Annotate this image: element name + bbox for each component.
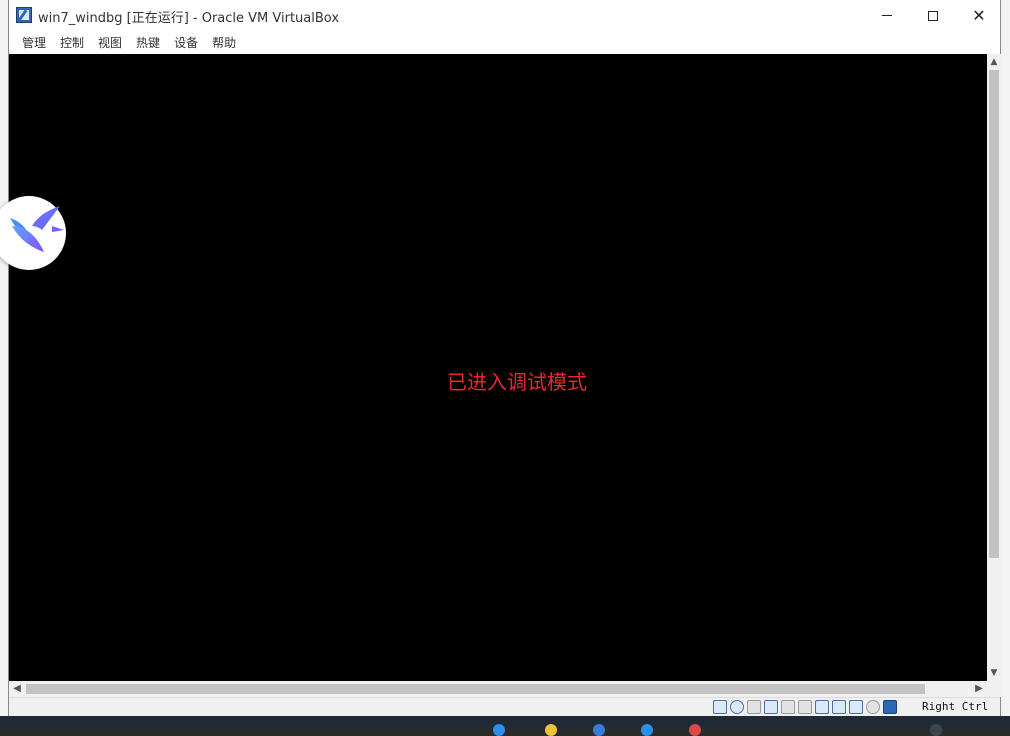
shared-folders-icon[interactable] <box>798 700 812 714</box>
horizontal-scrollbar[interactable]: ◀ ▶ <box>9 681 987 697</box>
debug-mode-message: 已进入调试模式 <box>447 370 587 394</box>
network-icon[interactable] <box>764 700 778 714</box>
minimize-button[interactable] <box>864 0 910 31</box>
hummingbird-app-icon[interactable] <box>0 196 66 270</box>
vertical-scrollbar[interactable]: ▲ ▼ <box>987 54 1001 681</box>
keyboard-icon[interactable] <box>883 700 897 714</box>
minimize-icon <box>882 15 892 16</box>
virtualbox-vm-window: win7_windbg [正在运行] - Oracle VM VirtualBo… <box>8 0 1001 716</box>
scroll-corner <box>987 681 1001 697</box>
taskbar-app-icon[interactable] <box>545 724 557 736</box>
taskbar-app-icon[interactable] <box>689 724 701 736</box>
virtualization-icon[interactable] <box>849 700 863 714</box>
taskbar-app-icon[interactable] <box>930 724 942 736</box>
window-title: win7_windbg [正在运行] - Oracle VM VirtualBo… <box>38 11 340 26</box>
taskbar <box>0 716 1010 736</box>
menu-view[interactable]: 视图 <box>91 32 129 53</box>
vertical-scroll-thumb[interactable] <box>989 70 999 558</box>
menu-help[interactable]: 帮助 <box>205 32 243 53</box>
mouse-integration-icon[interactable] <box>866 700 880 714</box>
audio-icon[interactable] <box>747 700 761 714</box>
close-button[interactable]: ✕ <box>956 0 1002 31</box>
hummingbird-icon <box>10 206 64 252</box>
status-bar: Right Ctrl <box>9 697 1000 716</box>
optical-drive-icon[interactable] <box>730 700 744 714</box>
desktop-right-edge <box>1001 0 1010 716</box>
vm-display[interactable]: 已进入调试模式 <box>9 54 987 681</box>
menu-bar: 管理 控制 视图 热键 设备 帮助 <box>9 31 1000 53</box>
hard-disk-icon[interactable] <box>713 700 727 714</box>
title-bar[interactable]: win7_windbg [正在运行] - Oracle VM VirtualBo… <box>9 0 1000 31</box>
scroll-right-icon[interactable]: ▶ <box>971 681 987 697</box>
virtualbox-icon <box>16 7 32 23</box>
taskbar-app-icon[interactable] <box>493 724 505 736</box>
close-icon: ✕ <box>972 5 986 25</box>
usb-icon[interactable] <box>781 700 795 714</box>
maximize-icon <box>928 10 938 21</box>
taskbar-app-icon[interactable] <box>641 724 653 736</box>
horizontal-scroll-thumb[interactable] <box>26 684 925 694</box>
maximize-button[interactable] <box>910 0 956 31</box>
scroll-left-icon[interactable]: ◀ <box>9 681 25 697</box>
display-icon[interactable] <box>815 700 829 714</box>
scroll-up-icon[interactable]: ▲ <box>987 54 1001 70</box>
host-key-label: Right Ctrl <box>922 700 989 713</box>
scroll-down-icon[interactable]: ▼ <box>987 665 1001 681</box>
desktop-left-edge <box>0 0 8 728</box>
video-capture-icon[interactable] <box>832 700 846 714</box>
menu-manage[interactable]: 管理 <box>15 32 53 53</box>
menu-control[interactable]: 控制 <box>53 32 91 53</box>
menu-devices[interactable]: 设备 <box>167 32 205 53</box>
menu-hotkeys[interactable]: 热键 <box>129 32 167 53</box>
taskbar-app-icon[interactable] <box>593 724 605 736</box>
